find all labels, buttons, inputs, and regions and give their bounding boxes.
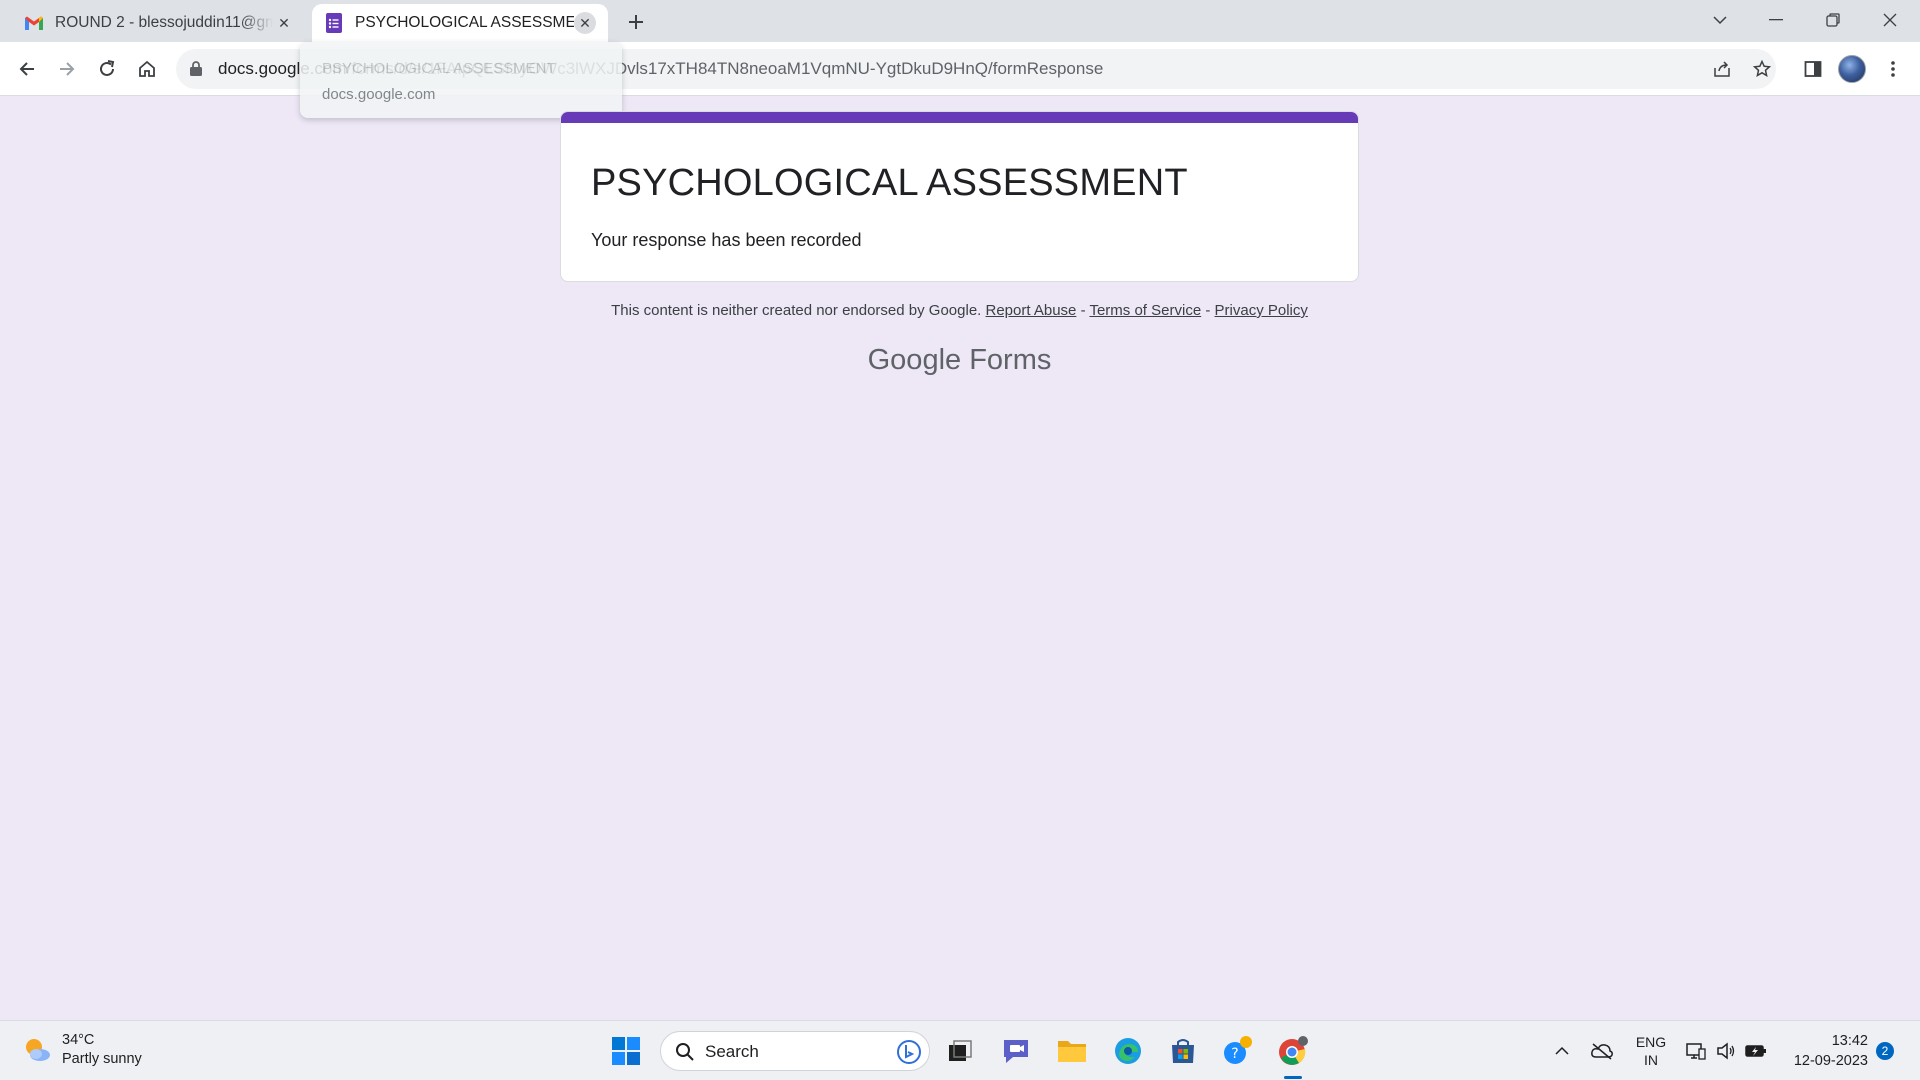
plus-icon (629, 15, 643, 29)
get-help-button[interactable]: ? (1220, 1033, 1256, 1069)
svg-text:?: ? (1231, 1046, 1238, 1062)
bing-icon[interactable] (897, 1040, 921, 1064)
clock-date: 12-09-2023 (1793, 1053, 1868, 1069)
teams-chat-button[interactable] (998, 1033, 1034, 1069)
share-button[interactable] (1708, 55, 1736, 83)
home-icon (139, 60, 155, 77)
side-panel-icon (1804, 61, 1822, 77)
disclaimer-text: This content is neither created nor endo… (611, 302, 982, 319)
taskbar-search[interactable]: Search (660, 1031, 930, 1071)
lock-icon[interactable] (190, 61, 202, 81)
separator: - (1201, 302, 1215, 319)
edge-button[interactable] (1110, 1033, 1146, 1069)
new-tab-button[interactable] (622, 8, 650, 36)
windows-icon (612, 1037, 640, 1065)
arrow-left-icon (19, 62, 34, 76)
task-view-icon (949, 1040, 972, 1061)
home-button[interactable] (131, 53, 163, 85)
side-panel-button[interactable] (1799, 55, 1827, 83)
form-accent-band (561, 112, 1358, 123)
chrome-icon (1279, 1036, 1308, 1065)
privacy-policy-link[interactable]: Privacy Policy (1215, 302, 1308, 319)
star-icon (1753, 60, 1771, 78)
store-icon (1172, 1039, 1194, 1063)
chevron-up-icon (1555, 1046, 1569, 1055)
share-icon (1714, 61, 1730, 77)
close-icon[interactable]: ✕ (574, 12, 596, 34)
report-abuse-link[interactable]: Report Abuse (986, 302, 1077, 319)
cloud-offline-icon (1591, 1043, 1613, 1060)
network-icon (1686, 1043, 1706, 1060)
google-forms-logo[interactable]: Google Forms (560, 344, 1359, 377)
gmail-icon (24, 13, 44, 33)
logo-google: Google (867, 344, 962, 376)
help-icon: ? (1224, 1036, 1252, 1064)
form-card: PSYCHOLOGICAL ASSESSMENT Your response h… (560, 111, 1359, 282)
tab-gmail[interactable]: ROUND 2 - blessojuddin11@gmail ✕ (12, 4, 307, 42)
weather-widget[interactable]: 34°C Partly sunny (22, 1031, 142, 1069)
start-button[interactable] (608, 1033, 644, 1069)
onedrive-button[interactable] (1584, 1033, 1620, 1069)
notification-badge[interactable]: 2 (1876, 1042, 1894, 1060)
language-indicator[interactable]: ENG IN (1634, 1033, 1668, 1069)
arrow-right-icon (60, 62, 75, 76)
more-vertical-icon (1891, 61, 1895, 77)
tooltip-url: docs.google.com (322, 86, 436, 103)
folder-icon (1058, 1041, 1086, 1062)
google-forms-icon (324, 13, 344, 33)
menu-button[interactable] (1879, 55, 1907, 83)
chevron-down-icon (1713, 16, 1727, 25)
battery-button[interactable] (1738, 1033, 1774, 1069)
logo-forms: Forms (969, 344, 1052, 376)
close-icon (1883, 13, 1897, 27)
response-recorded-message: Your response has been recorded (591, 230, 862, 250)
close-icon[interactable]: ✕ (273, 12, 295, 34)
form-title: PSYCHOLOGICAL ASSESSMENT (591, 162, 1188, 204)
chat-icon (1004, 1040, 1028, 1063)
terms-of-service-link[interactable]: Terms of Service (1089, 302, 1201, 319)
battery-charging-icon (1745, 1045, 1766, 1057)
clock-time: 13:42 (1831, 1033, 1868, 1049)
language-code: ENG (1635, 1034, 1667, 1050)
minimize-icon (1769, 19, 1783, 21)
tab-hover-tooltip: PSYCHOLOGICAL ASSESSMENT docs.google.com (300, 42, 622, 118)
partly-sunny-icon (26, 1039, 50, 1061)
speaker-icon (1717, 1042, 1735, 1060)
search-placeholder: Search (705, 1042, 759, 1061)
reload-icon (100, 60, 115, 76)
show-hidden-icons-button[interactable] (1544, 1033, 1580, 1069)
tab-title: PSYCHOLOGICAL ASSESSMENT (355, 14, 574, 31)
forward-button[interactable] (51, 53, 83, 85)
weather-condition: Partly sunny (62, 1051, 142, 1067)
windows-taskbar: 34°C Partly sunny Search ? ENG IN 13:42 … (0, 1020, 1920, 1080)
tooltip-title: PSYCHOLOGICAL ASSESSMENT (322, 60, 556, 77)
reload-button[interactable] (91, 53, 123, 85)
browser-toolbar: docs.google.com/forms/d/e/1FAIpQLSf1yOWc… (0, 42, 1920, 96)
search-icon (676, 1043, 694, 1061)
restore-icon (1826, 13, 1840, 27)
weather-temp: 34°C (62, 1032, 95, 1048)
task-view-button[interactable] (942, 1033, 978, 1069)
profile-button[interactable] (1838, 55, 1866, 83)
back-button[interactable] (11, 53, 43, 85)
avatar (1838, 55, 1866, 83)
edge-icon (1115, 1038, 1141, 1064)
system-clock[interactable]: 13:42 12-09-2023 (1784, 1031, 1868, 1071)
restore-button[interactable] (1805, 0, 1861, 40)
active-app-indicator (1284, 1076, 1302, 1079)
tab-search-button[interactable] (1692, 0, 1748, 40)
bookmark-button[interactable] (1748, 55, 1776, 83)
separator: - (1076, 302, 1090, 319)
footer-disclaimer: This content is neither created nor endo… (560, 302, 1359, 319)
tab-psychological-assessment[interactable]: PSYCHOLOGICAL ASSESSMENT ✕ (312, 4, 608, 42)
tab-strip: ROUND 2 - blessojuddin11@gmail ✕ PSYCHOL… (0, 0, 1920, 42)
region-code: IN (1644, 1052, 1658, 1068)
file-explorer-button[interactable] (1054, 1033, 1090, 1069)
close-window-button[interactable] (1862, 0, 1918, 40)
minimize-button[interactable] (1748, 0, 1804, 40)
tab-title: ROUND 2 - blessojuddin11@gmail (55, 14, 273, 31)
chrome-button[interactable] (1275, 1033, 1311, 1069)
microsoft-store-button[interactable] (1165, 1033, 1201, 1069)
